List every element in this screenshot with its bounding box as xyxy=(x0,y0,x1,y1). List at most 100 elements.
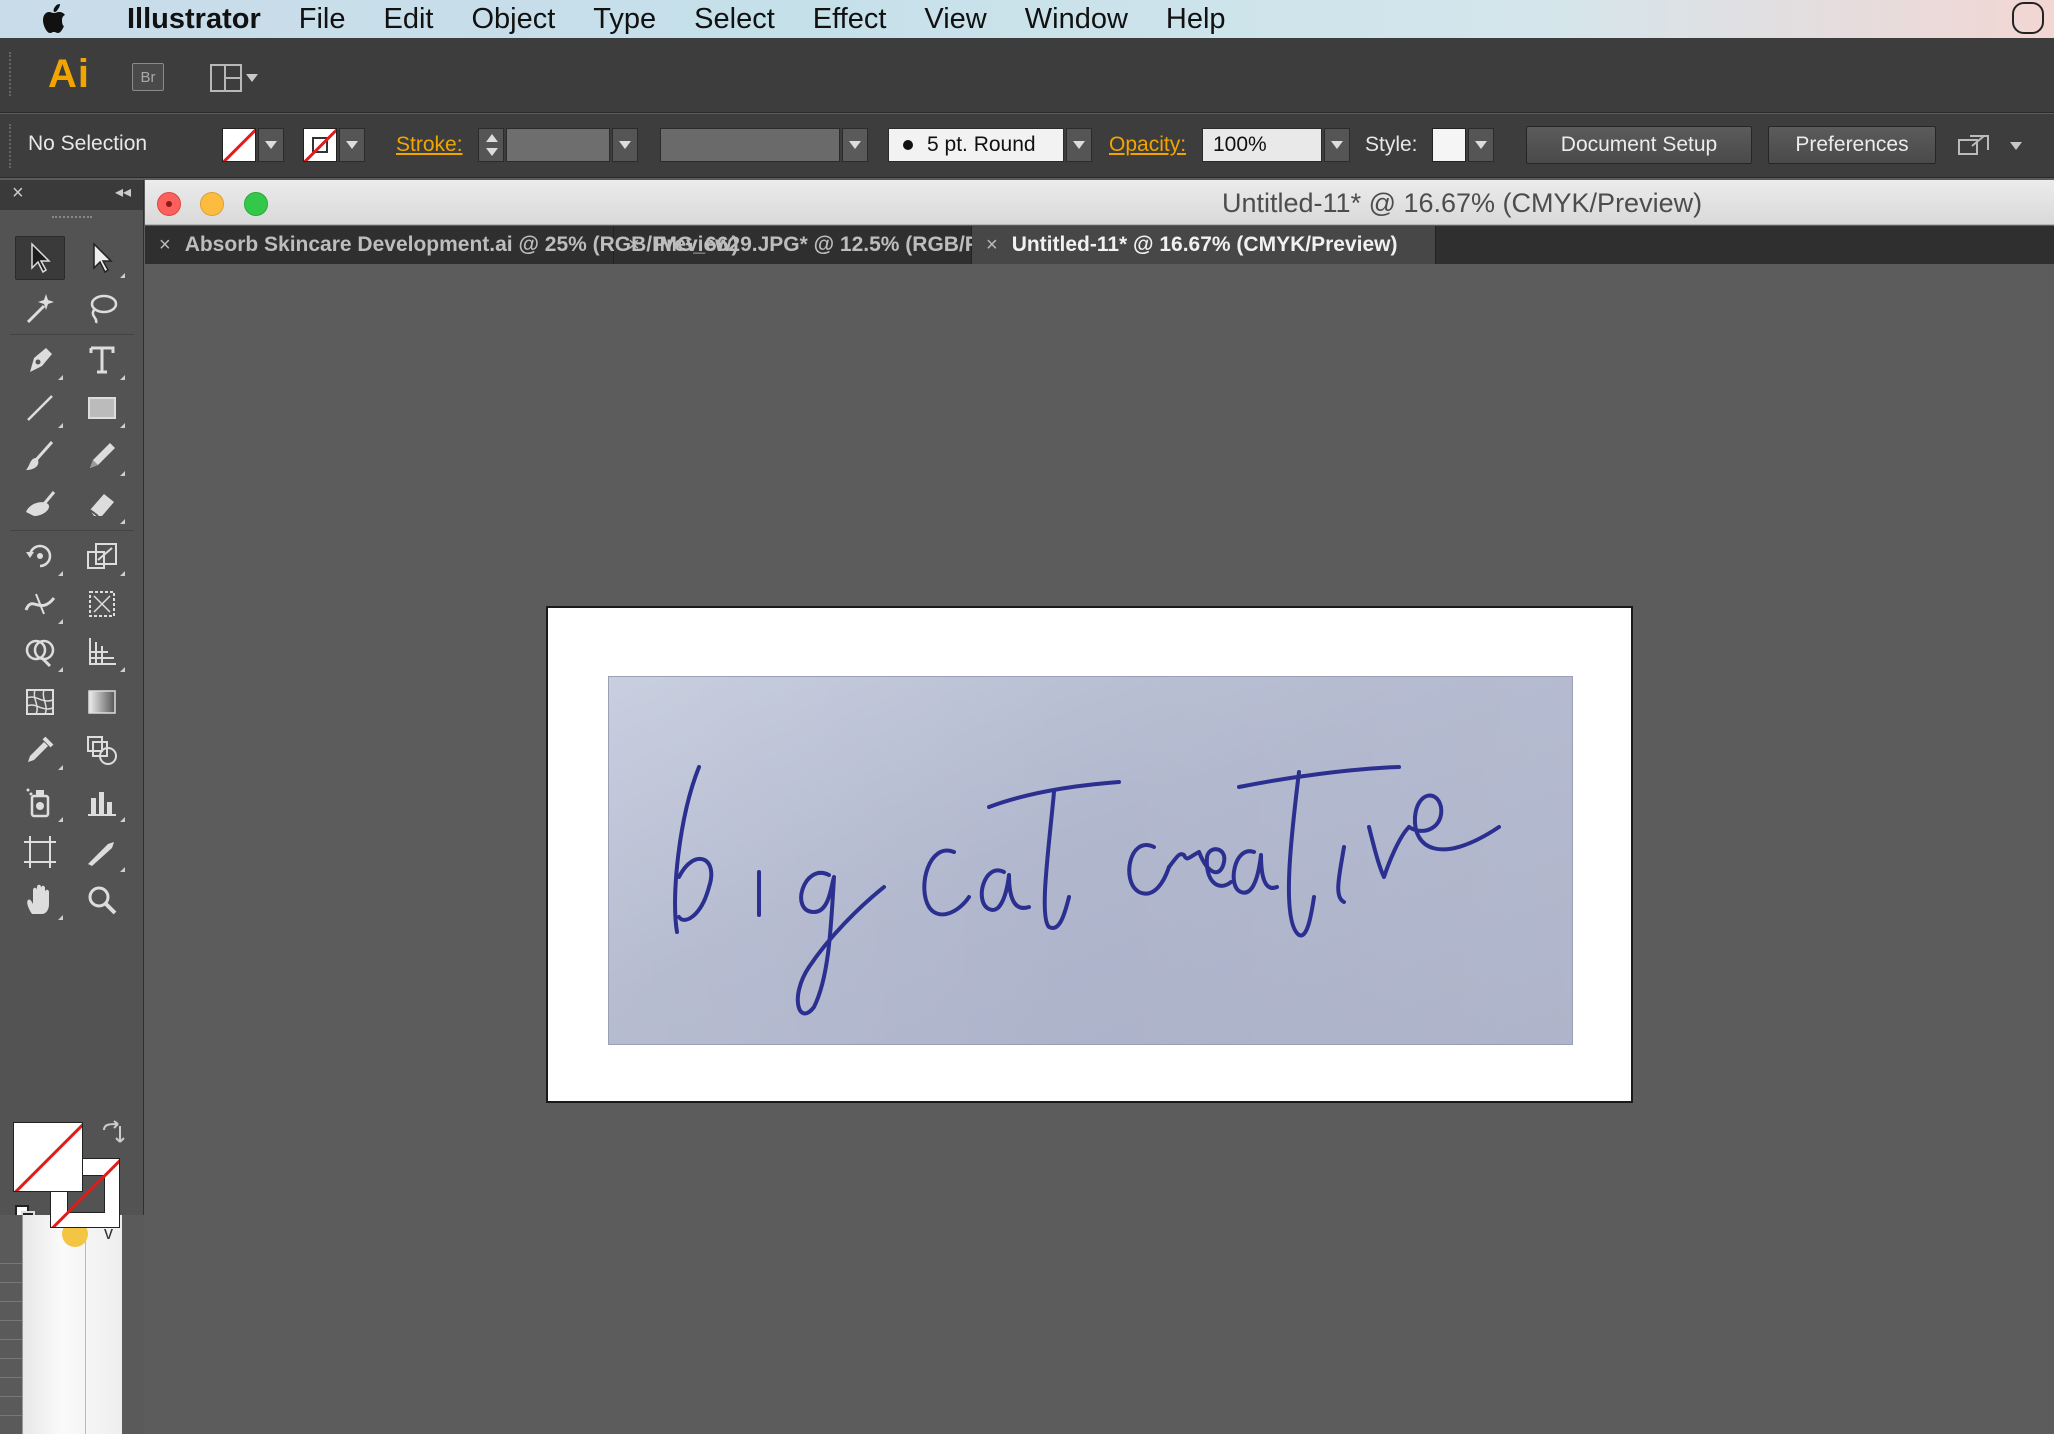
shape-builder-tool[interactable] xyxy=(15,630,65,674)
stroke-color-dropdown[interactable] xyxy=(339,128,365,162)
free-transform-tool[interactable] xyxy=(77,582,127,626)
swap-fill-stroke-icon[interactable] xyxy=(98,1120,126,1148)
width-tool[interactable] xyxy=(15,582,65,626)
bridge-button[interactable]: Br xyxy=(132,63,164,91)
menu-bar: Illustrator File Edit Object Type Select… xyxy=(0,0,2054,38)
stroke-label[interactable]: Stroke: xyxy=(396,133,463,157)
apple-icon xyxy=(43,4,65,33)
opacity-label[interactable]: Opacity: xyxy=(1109,133,1186,157)
arrange-panel-icon[interactable] xyxy=(1958,132,1992,160)
artboard-tool[interactable] xyxy=(15,830,65,874)
menu-object[interactable]: Object xyxy=(452,3,574,36)
chevron-down-icon xyxy=(849,141,861,149)
menu-type[interactable]: Type xyxy=(574,3,675,36)
paintbrush-tool[interactable] xyxy=(15,434,65,478)
underlying-window xyxy=(22,1215,122,1434)
line-segment-icon xyxy=(27,395,53,421)
menu-file[interactable]: File xyxy=(280,3,365,36)
tools-panel-grip[interactable] xyxy=(0,210,143,224)
menu-window[interactable]: Window xyxy=(1006,3,1147,36)
menu-select[interactable]: Select xyxy=(675,3,794,36)
type-t-icon xyxy=(89,346,115,374)
rectangle-icon xyxy=(88,397,116,419)
zoom-tool[interactable] xyxy=(77,878,127,922)
artboard[interactable] xyxy=(546,606,1633,1103)
gradient-tool[interactable] xyxy=(77,680,127,724)
pencil-tool[interactable] xyxy=(77,434,127,478)
appbar-grip[interactable] xyxy=(9,52,12,96)
placed-handwriting-image[interactable] xyxy=(608,676,1573,1045)
close-tab-icon[interactable]: × xyxy=(986,234,998,257)
perspective-grid-tool[interactable] xyxy=(77,630,127,674)
menu-app-name[interactable]: Illustrator xyxy=(108,3,280,36)
variable-width-profile-field[interactable] xyxy=(660,128,840,162)
gradient-icon xyxy=(88,690,116,714)
collapse-panel-icon[interactable]: ◂◂ xyxy=(115,182,131,202)
fill-color-swatch[interactable] xyxy=(222,128,256,162)
control-bar: No Selection Stroke: 5 pt. Round Opacity… xyxy=(0,114,2054,178)
minimize-window-button[interactable] xyxy=(200,192,224,216)
variable-width-profile-dropdown[interactable] xyxy=(842,128,868,162)
close-tab-icon[interactable]: × xyxy=(159,234,171,257)
tab-untitled-11[interactable]: × Untitled-11* @ 16.67% (CMYK/Preview) xyxy=(972,226,1436,264)
stroke-weight-dropdown[interactable] xyxy=(612,128,638,162)
stroke-color-swatch[interactable] xyxy=(303,128,337,162)
lasso-tool[interactable] xyxy=(77,286,127,330)
slice-knife-icon xyxy=(88,842,114,866)
menu-edit[interactable]: Edit xyxy=(364,3,452,36)
opacity-field[interactable]: 100% xyxy=(1202,128,1322,162)
direct-selection-tool[interactable] xyxy=(77,236,127,280)
chevron-down-icon[interactable] xyxy=(2010,142,2022,150)
eyedropper-tool[interactable] xyxy=(15,728,65,772)
close-panel-icon[interactable]: × xyxy=(12,182,24,205)
eraser-tool[interactable] xyxy=(77,482,127,526)
mesh-tool[interactable] xyxy=(15,680,65,724)
arrange-documents-button[interactable] xyxy=(210,63,258,93)
preferences-button[interactable]: Preferences xyxy=(1768,126,1936,164)
selection-tool[interactable] xyxy=(15,236,65,280)
fill-color-dropdown[interactable] xyxy=(258,128,284,162)
perspective-grid-icon xyxy=(89,638,116,665)
tab-absorb-skincare[interactable]: × Absorb Skincare Development.ai @ 25% (… xyxy=(145,226,739,264)
rectangle-tool[interactable] xyxy=(77,386,127,430)
free-transform-icon xyxy=(89,591,115,617)
column-graph-icon xyxy=(88,792,116,816)
graphic-style-dropdown[interactable] xyxy=(1468,128,1494,162)
graphic-style-swatch[interactable] xyxy=(1432,128,1466,162)
document-canvas[interactable] xyxy=(145,264,2054,1434)
blend-tool[interactable] xyxy=(77,728,127,772)
document-setup-button[interactable]: Document Setup xyxy=(1526,126,1752,164)
fill-swatch[interactable] xyxy=(13,1122,83,1192)
blob-brush-tool[interactable] xyxy=(15,482,65,526)
close-window-button[interactable] xyxy=(157,192,181,216)
magic-wand-tool[interactable] xyxy=(15,286,65,330)
controlbar-grip[interactable] xyxy=(9,124,12,168)
tab-img-6629[interactable]: × IMG_6629.JPG* @ 12.5% (RGB/Preview) xyxy=(614,226,1051,264)
chevron-down-icon xyxy=(619,141,631,149)
symbol-sprayer-tool[interactable] xyxy=(15,780,65,824)
menu-effect[interactable]: Effect xyxy=(794,3,906,36)
zoom-window-button[interactable] xyxy=(244,192,268,216)
stroke-weight-stepper[interactable] xyxy=(478,128,504,162)
scale-tool[interactable] xyxy=(77,534,127,578)
brush-definition-field[interactable]: 5 pt. Round xyxy=(888,128,1064,162)
notification-icon[interactable] xyxy=(2012,2,2044,34)
brush-definition-dropdown[interactable] xyxy=(1066,128,1092,162)
opacity-dropdown[interactable] xyxy=(1324,128,1350,162)
line-segment-tool[interactable] xyxy=(15,386,65,430)
stroke-weight-field[interactable] xyxy=(506,128,610,162)
apple-menu[interactable] xyxy=(0,4,108,34)
arrange-documents-icon xyxy=(210,64,242,92)
menu-help[interactable]: Help xyxy=(1147,3,1245,36)
pen-tool[interactable] xyxy=(15,338,65,382)
menu-view[interactable]: View xyxy=(905,3,1005,36)
chevron-down-icon xyxy=(1475,141,1487,149)
slice-tool[interactable] xyxy=(77,830,127,874)
close-tab-icon[interactable]: × xyxy=(628,234,640,257)
blob-brush-icon xyxy=(26,491,56,516)
rotate-tool[interactable] xyxy=(15,534,65,578)
round-brush-icon xyxy=(903,140,913,150)
type-tool[interactable] xyxy=(77,338,127,382)
column-graph-tool[interactable] xyxy=(77,780,127,824)
hand-tool[interactable] xyxy=(15,878,65,922)
